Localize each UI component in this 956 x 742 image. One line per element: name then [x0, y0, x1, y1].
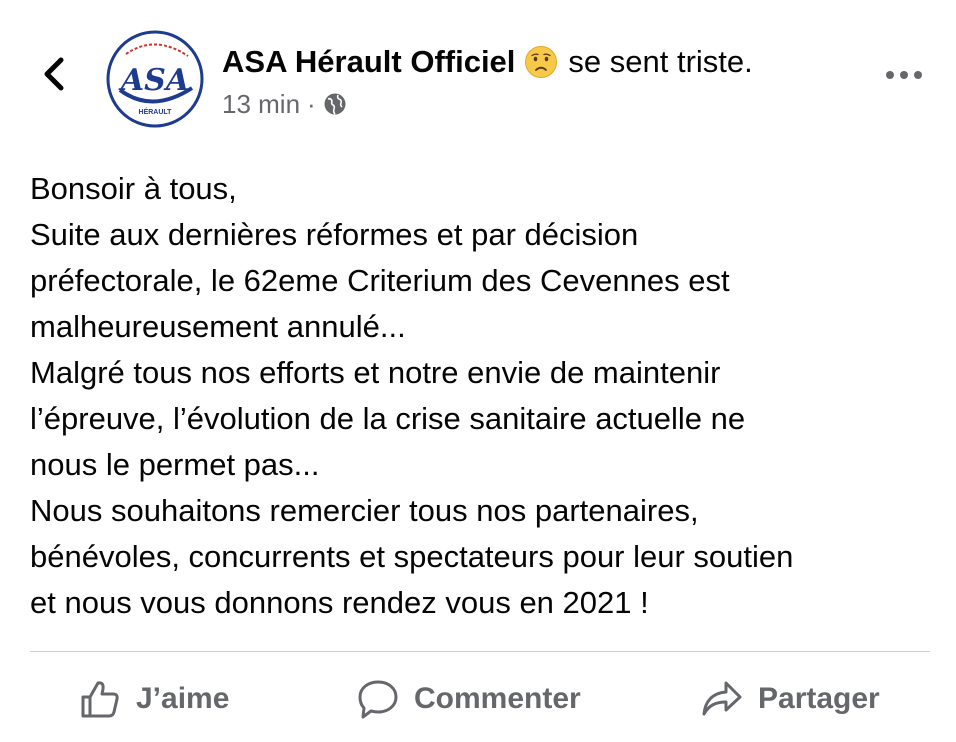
more-options-button[interactable] [880, 60, 928, 90]
post-line: l’épreuve, l’évolution de la crise sanit… [30, 401, 746, 436]
post-line: Malgré tous nos efforts et notre envie d… [30, 355, 721, 390]
svg-text:HÉRAULT: HÉRAULT [139, 107, 173, 116]
post-line: Bonsoir à tous, [30, 171, 237, 206]
asa-herault-logo: ASA HÉRAULT [106, 30, 204, 128]
page-name-link[interactable]: ASA Hérault Officiel [222, 42, 515, 82]
post-meta: 13 min · [222, 88, 862, 120]
feeling-text: se sent triste. [568, 44, 753, 79]
comment-bubble-icon [358, 680, 398, 719]
svg-text:ASA: ASA [118, 63, 189, 98]
post-text: Bonsoir à tous, Suite aux dernières réfo… [30, 166, 930, 626]
comment-button[interactable]: Commenter [356, 668, 581, 730]
post-line: Suite aux dernières réformes et par déci… [30, 217, 639, 252]
post-line: Nous souhaitons remercier tous nos parte… [30, 493, 699, 528]
post-header: ASA Hérault Officiel se sent triste. 13 … [222, 42, 862, 120]
actions-divider [30, 651, 930, 652]
globe-icon[interactable] [323, 92, 347, 116]
share-arrow-icon [702, 681, 742, 716]
post-timestamp[interactable]: 13 min [222, 88, 300, 120]
comment-label: Commenter [414, 682, 581, 715]
chevron-left-icon [44, 57, 64, 91]
share-button[interactable]: Partager [700, 668, 880, 730]
more-horizontal-icon [886, 71, 922, 79]
post-line: préfectorale, le 62eme Criterium des Cev… [30, 263, 730, 298]
post-line: bénévoles, concurrents et spectateurs po… [30, 539, 794, 574]
like-label: J’aime [136, 682, 230, 715]
back-button[interactable] [36, 52, 72, 96]
meta-separator: · [307, 89, 316, 119]
post-title-line: ASA Hérault Officiel se sent triste. [222, 42, 862, 82]
post-actions-bar: J’aime Commenter Partager [0, 668, 956, 730]
like-button[interactable]: J’aime [78, 668, 229, 730]
post-line: nous le permet pas... [30, 447, 320, 482]
avatar[interactable]: ASA HÉRAULT [106, 30, 204, 128]
post-line: malheureusement annulé... [30, 309, 406, 344]
thumbs-up-icon [81, 681, 119, 718]
post-line: et nous vous donnons rendez vous en 2021… [30, 585, 649, 620]
sad-face-emoji [525, 46, 558, 78]
share-label: Partager [758, 682, 880, 715]
